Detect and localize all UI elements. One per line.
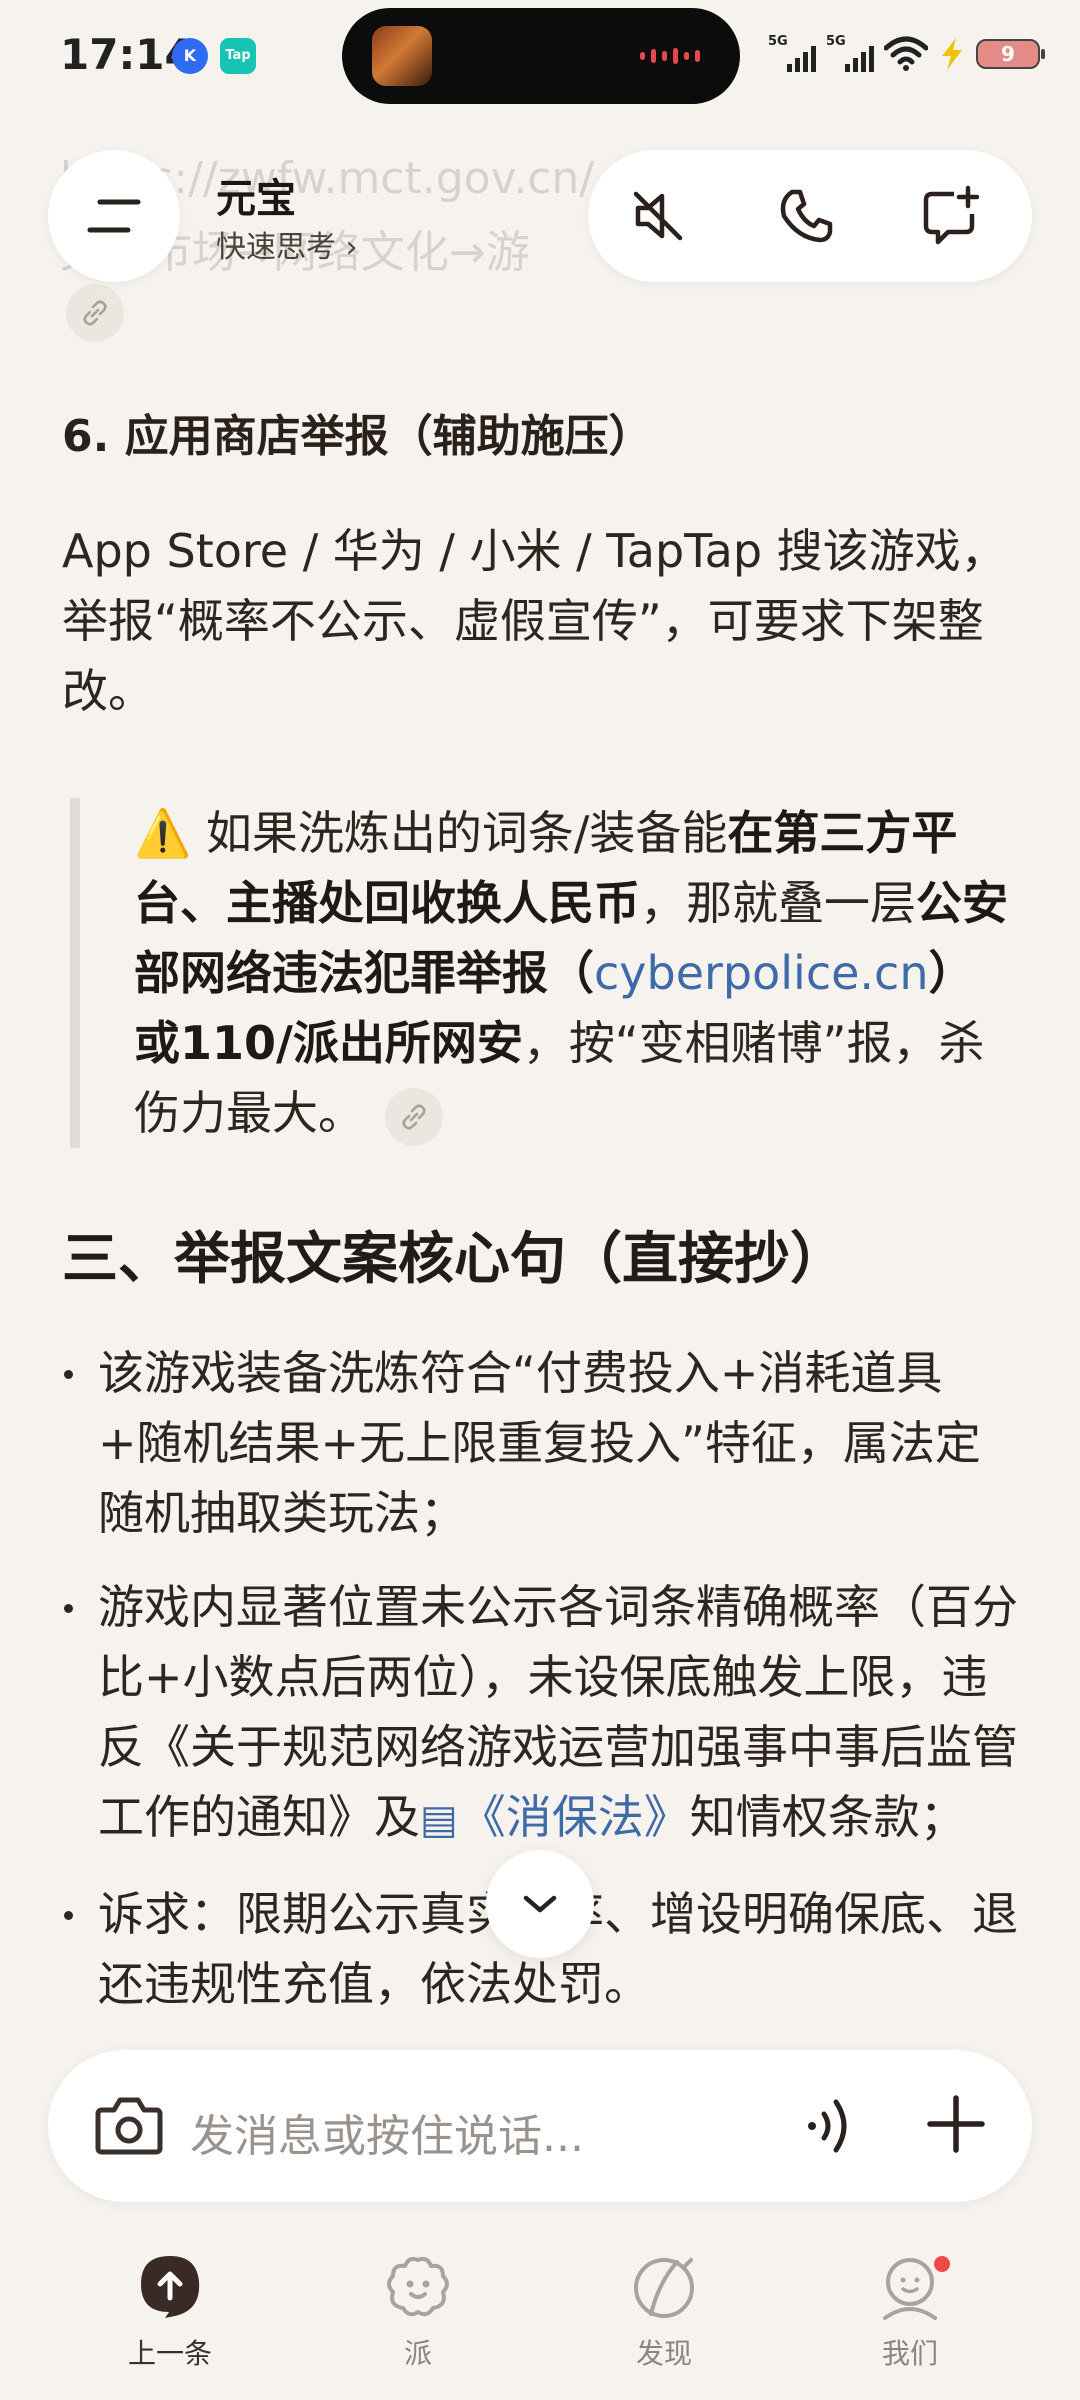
quote-bar [70, 798, 80, 1148]
camera-icon[interactable] [94, 2092, 164, 2162]
section-3-heading: 三、举报文案核心句（直接抄） [62, 1227, 846, 1292]
menu-button[interactable] [48, 150, 180, 282]
status-bar: 17:14 K Tap 5G 5G 9 [0, 0, 1080, 120]
signal-icon: 5G [768, 32, 816, 76]
menu-icon [87, 199, 141, 233]
source-link-icon[interactable] [384, 1087, 443, 1146]
new-chat-icon[interactable] [920, 184, 984, 248]
status-indicators: 5G 5G 9 [768, 32, 1045, 76]
battery-icon: 9 [976, 39, 1045, 69]
voice-wave-icon[interactable] [800, 2094, 864, 2162]
cyberpolice-link[interactable]: cyberpolice.cn [594, 946, 929, 1000]
section-6-body: App Store / 华为 / 小米 / TapTap 搜该游戏，举报“概率不… [62, 524, 1007, 718]
header-actions [588, 150, 1032, 282]
plus-icon[interactable] [924, 2092, 988, 2160]
consumer-law-link[interactable]: 《消保法》 [460, 1790, 690, 1844]
warning-icon: ⚠️ [134, 806, 192, 860]
message-composer: 发消息或按住说话... [48, 2050, 1032, 2202]
flower-icon [387, 2256, 449, 2317]
signal-icon: 5G [826, 32, 874, 76]
nav-profile[interactable]: 我们 [840, 2252, 980, 2372]
audio-wave-icon [640, 48, 710, 64]
nav-pai[interactable]: 派 [348, 2252, 488, 2372]
scroll-to-bottom-button[interactable] [486, 1850, 594, 1958]
warning-quote: ⚠️ 如果洗炼出的词条/装备能在第三方平台、主播处回收换人民币，那就叠一层公安部… [134, 798, 1014, 1148]
nav-discover[interactable]: 发现 [594, 2252, 734, 2372]
media-thumbnail [372, 26, 432, 86]
law-reference-icon: ▤ [420, 1797, 458, 1843]
source-link-icon[interactable] [66, 284, 124, 342]
app-notification-icon-k: K [172, 38, 208, 74]
arrow-up-icon [141, 2256, 200, 2318]
mode-selector[interactable]: 快速思考 › [216, 222, 358, 266]
charging-icon [942, 38, 962, 70]
chat-title: 元宝 [216, 176, 296, 222]
list-item: 游戏内显著位置未公示各词条精确概率（百分比+小数点后两位），未设保底触发上限，违… [62, 1572, 1022, 1855]
section-6-heading: 6. 应用商店举报（辅助施压） [62, 411, 653, 462]
dynamic-island[interactable] [342, 8, 740, 104]
chevron-down-icon [523, 1895, 557, 1913]
app-notification-icon-tap: Tap [220, 38, 256, 74]
phone-icon[interactable] [774, 184, 838, 248]
mute-icon[interactable] [626, 184, 690, 248]
notification-dot [934, 2256, 950, 2272]
bottom-navigation: 上一条 派 发现 我们 [0, 2240, 1080, 2400]
wifi-icon [884, 36, 928, 71]
list-item: 该游戏装备洗炼符合“付费投入+消耗道具+随机结果+无上限重复投入”特征，属法定随… [62, 1338, 1022, 1548]
compass-icon [634, 2258, 694, 2318]
message-input[interactable]: 发消息或按住说话... [190, 2100, 584, 2164]
nav-previous[interactable]: 上一条 [100, 2252, 240, 2372]
